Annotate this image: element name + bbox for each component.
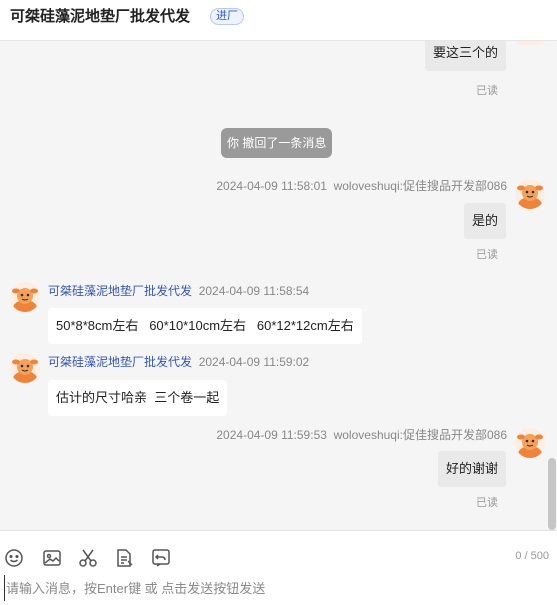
message-time: 2024-04-09 11:58:01 (216, 179, 327, 193)
seller-avatar[interactable] (10, 353, 40, 383)
message-time: 2024-04-09 11:59:02 (198, 355, 310, 369)
sender-name: woloveshuqi:促佳搜品开发部086 (333, 179, 507, 193)
user-avatar (515, 41, 545, 45)
scrollbar-thumb[interactable] (548, 458, 556, 530)
message-input[interactable] (4, 575, 544, 601)
scrollbar[interactable] (547, 41, 557, 530)
message-list[interactable]: 要这三个的 已读 你 撤回了一条消息 2024-04-09 11:58:01 w… (0, 41, 557, 530)
user-avatar[interactable] (515, 428, 545, 458)
message-meta: 2024-04-09 11:58:01 woloveshuqi:促佳搜品开发部0… (216, 179, 507, 193)
read-status: 已读 (476, 249, 498, 261)
chat-header: 可桀硅藻泥地垫厂批发代发 进厂 (0, 0, 557, 41)
message-time: 2024-04-09 11:59:53 (216, 428, 327, 442)
undo-icon[interactable] (150, 547, 172, 569)
message-bubble-outgoing[interactable]: 好的谢谢 (437, 451, 506, 487)
sender-name: woloveshuqi:促佳搜品开发部086 (333, 428, 507, 442)
message-bubble-incoming[interactable]: 估计的尺寸哈亲 三个卷一起 (48, 380, 228, 416)
image-icon[interactable] (41, 547, 63, 569)
seller-avatar[interactable] (10, 282, 40, 312)
recall-notice: 你 撤回了一条消息 (221, 128, 333, 158)
message-bubble-incoming[interactable]: 50*8*8cm左右 60*10*10cm左右 60*12*12cm左右 (48, 308, 362, 344)
message-meta: 可桀硅藻泥地垫厂批发代发 2024-04-09 11:58:54 (48, 284, 309, 298)
scissors-icon[interactable] (77, 547, 99, 569)
message-meta: 可桀硅藻泥地垫厂批发代发 2024-04-09 11:59:02 (48, 355, 309, 369)
emoji-icon[interactable] (3, 547, 25, 569)
char-counter: 0 / 500 (515, 550, 549, 562)
message-bubble-outgoing[interactable]: 要这三个的 (424, 41, 506, 71)
message-bubble-outgoing[interactable]: 是的 (463, 203, 506, 239)
sender-name[interactable]: 可桀硅藻泥地垫厂批发代发 (48, 284, 192, 298)
user-avatar[interactable] (515, 179, 545, 209)
chat-title: 可桀硅藻泥地垫厂批发代发 (10, 8, 191, 25)
composer: 0 / 500 (0, 530, 557, 605)
document-icon[interactable] (113, 547, 135, 569)
factory-tag[interactable]: 进厂 (210, 8, 244, 25)
read-status: 已读 (476, 497, 498, 509)
read-status: 已读 (476, 85, 498, 97)
message-time: 2024-04-09 11:58:54 (198, 284, 310, 298)
sender-name[interactable]: 可桀硅藻泥地垫厂批发代发 (48, 355, 192, 369)
message-meta: 2024-04-09 11:59:53 woloveshuqi:促佳搜品开发部0… (216, 428, 507, 442)
